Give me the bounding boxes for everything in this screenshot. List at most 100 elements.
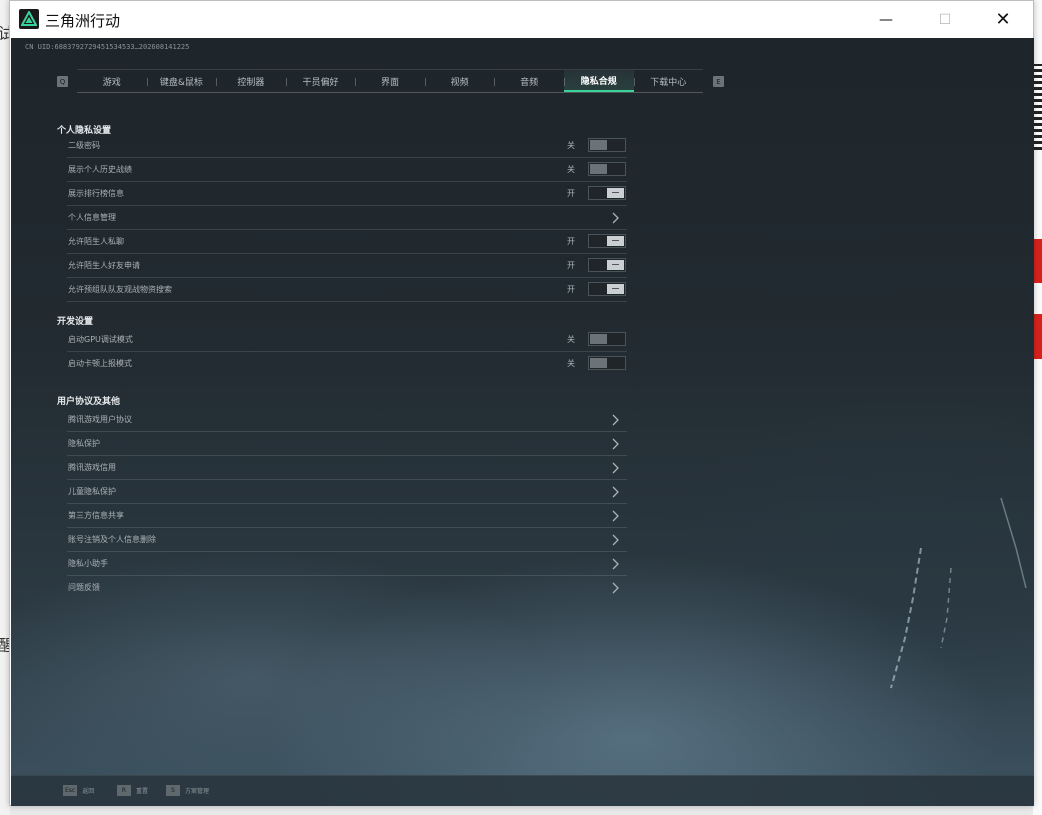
- toggle-knob: [607, 260, 624, 270]
- close-button[interactable]: ✕: [980, 1, 1026, 38]
- tab-prev-key[interactable]: Q: [57, 76, 68, 87]
- setting-label: 二级密码: [68, 141, 100, 150]
- close-icon: ✕: [995, 9, 1011, 30]
- setting-label: 启动GPU调试模式: [68, 335, 133, 344]
- setting-label: 隐私小助手: [68, 559, 108, 568]
- setting-label: 允许陌生人私聊: [68, 237, 124, 246]
- toggle-state-text: 关: [567, 165, 575, 174]
- setting-row-stranger-friend-request: 允许陌生人好友申请 开: [67, 254, 627, 278]
- toggle-knob: [607, 188, 624, 198]
- chevron-right-icon: [612, 534, 619, 546]
- section-title-agreements: 用户协议及其他: [57, 397, 121, 407]
- tab-interface[interactable]: 界面: [355, 70, 425, 92]
- toggle-state-text: 开: [567, 237, 575, 246]
- setting-row-stranger-chat: 允许陌生人私聊 开: [67, 230, 627, 254]
- chevron-right-icon: [612, 486, 619, 498]
- chevron-right-icon: [612, 414, 619, 426]
- toggle-switch[interactable]: [588, 234, 626, 248]
- setting-row-stutter-report: 启动卡顿上报模式 关: [67, 352, 627, 376]
- maximize-button[interactable]: ☐: [922, 1, 968, 38]
- toggle-state-text: 开: [567, 261, 575, 270]
- keycap: R: [117, 785, 131, 796]
- setting-label: 展示排行榜信息: [68, 189, 124, 198]
- chevron-right-icon: [612, 582, 619, 594]
- setting-row-feedback[interactable]: 问题反馈: [67, 576, 627, 600]
- window-title: 三角洲行动: [45, 12, 121, 30]
- tab-controller[interactable]: 控制器: [216, 70, 286, 92]
- maximize-icon: ☐: [938, 11, 952, 28]
- game-client-area: CN UID:6883792729451534533…202608141225 …: [11, 38, 1034, 806]
- hint-label: 方案管理: [185, 788, 210, 795]
- toggle-state-text: 开: [567, 189, 575, 198]
- chevron-right-icon: [612, 438, 619, 450]
- tab-video[interactable]: 视频: [424, 70, 495, 92]
- toggle-knob: [590, 334, 607, 344]
- setting-row-gpu-debug: 启动GPU调试模式 关: [67, 328, 627, 352]
- app-window: 三角洲行动 — ☐ ✕ CN UID:6883792729451534533…2…: [9, 0, 1034, 806]
- toggle-switch[interactable]: [588, 356, 626, 370]
- section-title-developer: 开发设置: [57, 317, 94, 327]
- toggle-state-text: 开: [567, 285, 575, 294]
- hint-back[interactable]: Esc 返回: [63, 785, 94, 796]
- tab-operator-preference[interactable]: 干员偏好: [285, 70, 356, 92]
- setting-label: 问题反馈: [68, 583, 100, 592]
- setting-label: 第三方信息共享: [68, 511, 124, 520]
- tab-privacy-compliance[interactable]: 隐私合规: [563, 70, 634, 92]
- chevron-right-icon: [612, 510, 619, 522]
- setting-label: 腾讯游戏用户协议: [68, 415, 132, 424]
- setting-row-privacy-protection[interactable]: 隐私保护: [67, 432, 627, 456]
- settings-tab-bar: 游戏 键盘&鼠标 控制器 干员偏好 界面 视频 音频 隐私合规 下载中心: [77, 69, 703, 93]
- tab-download-center[interactable]: 下载中心: [633, 70, 704, 92]
- title-bar[interactable]: 三角洲行动 — ☐ ✕: [10, 1, 1033, 38]
- desktop-red-banner-2: [1033, 314, 1042, 359]
- tab-next-key[interactable]: E: [713, 76, 724, 87]
- setting-row-teammate-spectate-search: 允许预组队队友观战物资搜索 开: [67, 278, 627, 302]
- chevron-right-icon: [612, 558, 619, 570]
- toggle-switch[interactable]: [588, 138, 626, 152]
- setting-row-game-credit[interactable]: 腾讯游戏信用: [67, 456, 627, 480]
- tab-keyboard-mouse[interactable]: 键盘&鼠标: [146, 70, 217, 92]
- bottom-hint-bar: Esc 返回 R 重置 S 方案管理: [11, 775, 1034, 806]
- toggle-state-text: 关: [567, 335, 575, 344]
- setting-row-third-party-sharing[interactable]: 第三方信息共享: [67, 504, 627, 528]
- setting-row-show-leaderboard: 展示排行榜信息 开: [67, 182, 627, 206]
- setting-label: 个人信息管理: [68, 213, 116, 222]
- lightning-decoration: [890, 497, 1027, 689]
- hint-label: 返回: [82, 788, 95, 795]
- tab-audio[interactable]: 音频: [494, 70, 564, 92]
- minimize-button[interactable]: —: [863, 1, 909, 38]
- minimize-icon: —: [879, 11, 893, 28]
- setting-row-child-privacy[interactable]: 儿童隐私保护: [67, 480, 627, 504]
- hint-scheme-management[interactable]: S 方案管理: [166, 785, 209, 796]
- toggle-switch[interactable]: [588, 162, 626, 176]
- toggle-knob: [607, 284, 624, 294]
- hint-reset[interactable]: R 重置: [117, 785, 148, 796]
- uid-label: CN UID:6883792729451534533…202608141225: [25, 43, 190, 51]
- toggle-switch[interactable]: [588, 332, 626, 346]
- setting-row-personal-info-management[interactable]: 个人信息管理: [67, 206, 627, 230]
- setting-label: 儿童隐私保护: [68, 487, 116, 496]
- tab-game[interactable]: 游戏: [77, 70, 147, 92]
- setting-label: 账号注销及个人信息删除: [68, 535, 156, 544]
- keycap: Esc: [63, 785, 78, 796]
- setting-row-privacy-assistant[interactable]: 隐私小助手: [67, 552, 627, 576]
- toggle-switch[interactable]: [588, 282, 626, 296]
- toggle-state-text: 关: [567, 141, 575, 150]
- toggle-knob: [590, 140, 607, 150]
- toggle-switch[interactable]: [588, 186, 626, 200]
- desktop-qr-code: [1033, 64, 1042, 150]
- setting-label: 允许陌生人好友申请: [68, 261, 140, 270]
- keycap: S: [166, 785, 180, 796]
- toggle-switch[interactable]: [588, 258, 626, 272]
- setting-row-account-deletion[interactable]: 账号注销及个人信息删除: [67, 528, 627, 552]
- toggle-state-text: 关: [567, 359, 575, 368]
- setting-row-user-agreement[interactable]: 腾讯游戏用户协议: [67, 408, 627, 432]
- toggle-knob: [590, 358, 607, 368]
- hint-label: 重置: [136, 788, 149, 795]
- setting-label: 腾讯游戏信用: [68, 463, 116, 472]
- desktop-red-banner-1: [1033, 239, 1042, 283]
- setting-row-secondary-password: 二级密码 关: [67, 134, 627, 158]
- setting-label: 允许预组队队友观战物资搜索: [68, 285, 172, 294]
- delta-force-logo-icon: [19, 9, 39, 29]
- chevron-right-icon: [612, 462, 619, 474]
